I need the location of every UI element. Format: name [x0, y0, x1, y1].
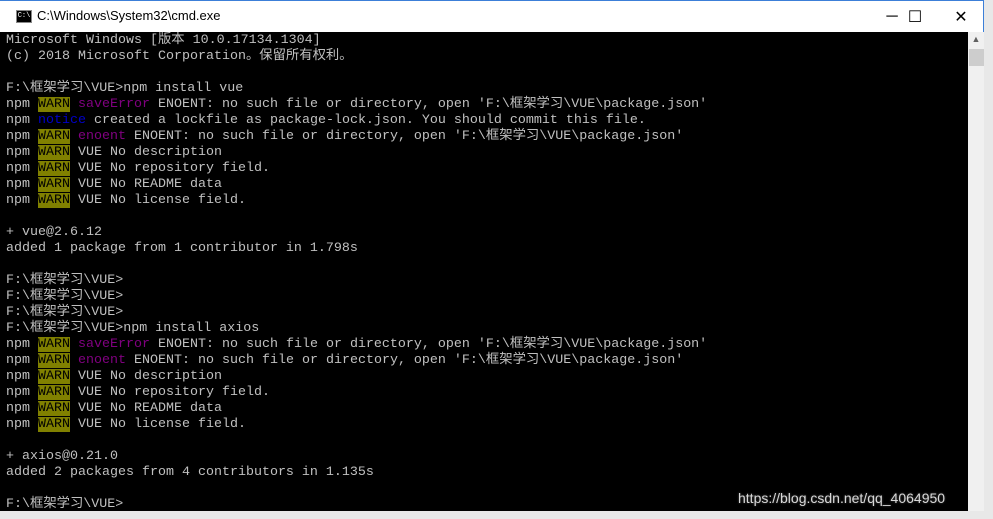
console-line: npm WARN VUE No license field. — [6, 417, 246, 433]
console-line: npm WARN VUE No license field. — [6, 193, 246, 209]
console-text: + axios@0.21.0 — [6, 449, 118, 464]
console-line: (c) 2018 Microsoft Corporation。保留所有权利。 — [6, 49, 353, 65]
warn-label: WARN — [38, 353, 70, 368]
console-line: + vue@2.6.12 — [6, 225, 102, 241]
console-text: ENOENT: no such file or directory, open … — [149, 337, 708, 352]
console-line: F:\框架学习\VUE>npm install vue — [6, 81, 243, 97]
warn-label: WARN — [38, 369, 70, 384]
console-text: F:\框架学习\VUE>npm install vue — [6, 81, 244, 96]
console-text: npm — [6, 97, 38, 112]
console-text: npm — [6, 177, 38, 192]
console-text: + vue@2.6.12 — [6, 225, 102, 240]
console-line: npm WARN VUE No repository field. — [6, 385, 270, 401]
console-text: npm — [6, 417, 38, 432]
console-line: npm WARN saveError ENOENT: no such file … — [6, 97, 707, 113]
console-text: F:\框架学习\VUE>npm install axios — [6, 321, 260, 336]
console-text: (c) 2018 Microsoft Corporation。保留所有权利。 — [6, 49, 353, 64]
warn-label: WARN — [38, 385, 70, 400]
maximize-icon: ☐ — [907, 8, 923, 26]
console-line: npm WARN enoent ENOENT: no such file or … — [6, 129, 683, 145]
console-line: npm WARN VUE No README data — [6, 177, 222, 193]
console-text: VUE No README data — [70, 401, 222, 416]
warn-label: WARN — [38, 401, 70, 416]
console-text: VUE No repository field. — [70, 161, 270, 176]
maximize-button[interactable]: ☐ — [892, 1, 938, 32]
console-line: npm notice created a lockfile as package… — [6, 113, 646, 129]
warn-label: WARN — [38, 97, 70, 112]
warn-label: WARN — [38, 161, 70, 176]
console-line: npm WARN VUE No description — [6, 369, 222, 385]
colored-text: enoent — [78, 129, 126, 144]
console-line: npm WARN VUE No README data — [6, 401, 222, 417]
console-line: F:\框架学习\VUE> — [6, 289, 123, 305]
console-text: npm — [6, 369, 38, 384]
close-icon: ✕ — [954, 8, 968, 26]
window-title: C:\Windows\System32\cmd.exe — [37, 8, 221, 23]
console-text: npm — [6, 401, 38, 416]
warn-label: WARN — [38, 129, 70, 144]
warn-label: WARN — [38, 193, 70, 208]
vertical-scrollbar[interactable]: ▲ — [968, 32, 984, 511]
console-text: VUE No description — [70, 369, 222, 384]
cmd-app-icon[interactable]: C:\ — [16, 10, 32, 23]
console-line: F:\框架学习\VUE> — [6, 497, 123, 511]
console-line: npm WARN enoent ENOENT: no such file or … — [6, 353, 683, 369]
console-text: npm — [6, 353, 38, 368]
console-text: added 1 package from 1 contributor in 1.… — [6, 241, 358, 256]
console-text: npm — [6, 161, 38, 176]
console-text: VUE No repository field. — [70, 385, 270, 400]
console-text: npm — [6, 337, 38, 352]
warn-label: WARN — [38, 417, 70, 432]
console-line: npm WARN VUE No description — [6, 145, 222, 161]
scrollbar-thumb[interactable] — [969, 49, 984, 66]
console-text: ENOENT: no such file or directory, open … — [126, 353, 684, 368]
console-text: Microsoft Windows [版本 10.0.17134.1304] — [6, 33, 321, 48]
warn-label: WARN — [38, 145, 70, 160]
console-line: added 2 packages from 4 contributors in … — [6, 465, 374, 481]
cmd-window: C:\ C:\Windows\System32\cmd.exe ─ ☐ ✕ Mi… — [0, 0, 984, 511]
console-text: npm — [6, 113, 38, 128]
console-text: npm — [6, 193, 38, 208]
scroll-up-arrow-icon[interactable]: ▲ — [968, 34, 984, 48]
console-text: ENOENT: no such file or directory, open … — [149, 97, 708, 112]
colored-text: saveError — [78, 337, 150, 352]
console-text: VUE No license field. — [70, 417, 246, 432]
console-line: added 1 package from 1 contributor in 1.… — [6, 241, 358, 257]
console-line: npm WARN saveError ENOENT: no such file … — [6, 337, 707, 353]
console-text: npm — [6, 145, 38, 160]
console-output[interactable]: Microsoft Windows [版本 10.0.17134.1304] (c… — [0, 32, 968, 511]
console-line: + axios@0.21.0 — [6, 449, 118, 465]
console-line: F:\框架学习\VUE> — [6, 305, 123, 321]
console-line: F:\框架学习\VUE>npm install axios — [6, 321, 259, 337]
console-text: ENOENT: no such file or directory, open … — [126, 129, 684, 144]
console-text: VUE No description — [70, 145, 222, 160]
warn-label: WARN — [38, 177, 70, 192]
console-text: VUE No README data — [70, 177, 222, 192]
colored-text: notice — [38, 113, 86, 128]
console-line: Microsoft Windows [版本 10.0.17134.1304] — [6, 33, 321, 49]
warn-label: WARN — [38, 337, 70, 352]
title-bar[interactable]: C:\ C:\Windows\System32\cmd.exe ─ ☐ ✕ — [0, 1, 983, 32]
close-button[interactable]: ✕ — [938, 1, 984, 32]
console-line: npm WARN VUE No repository field. — [6, 161, 270, 177]
colored-text: enoent — [78, 353, 126, 368]
console-text: npm — [6, 129, 38, 144]
console-text: F:\框架学习\VUE> — [6, 305, 124, 320]
console-line: F:\框架学习\VUE> — [6, 273, 123, 289]
console-text: F:\框架学习\VUE> — [6, 497, 124, 511]
console-text: added 2 packages from 4 contributors in … — [6, 465, 374, 480]
console-text: F:\框架学习\VUE> — [6, 273, 124, 288]
console-text: npm — [6, 385, 38, 400]
console-text: F:\框架学习\VUE> — [6, 289, 124, 304]
watermark: https://blog.csdn.net/qq_4064950 — [738, 490, 946, 506]
colored-text: saveError — [78, 97, 150, 112]
console-text: created a lockfile as package-lock.json.… — [86, 113, 646, 128]
console-text: VUE No license field. — [70, 193, 246, 208]
